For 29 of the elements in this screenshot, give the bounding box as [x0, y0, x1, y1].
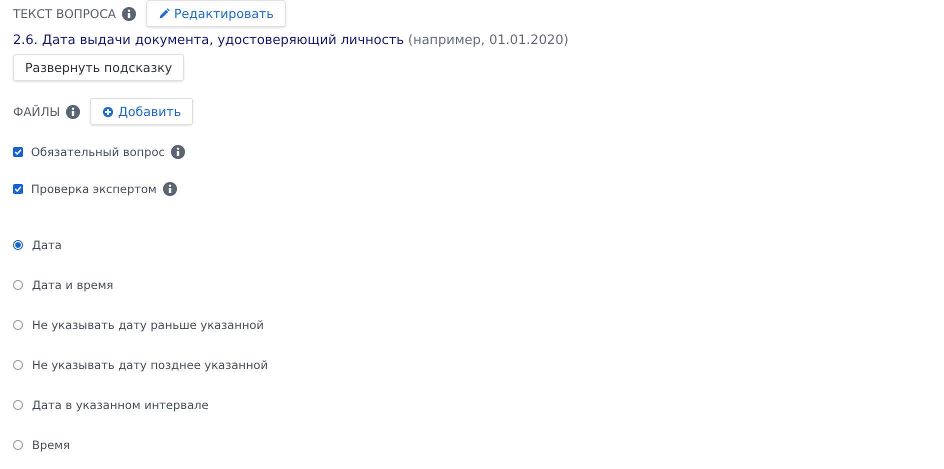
- section-label: ФАЙЛЫ: [13, 104, 60, 118]
- radio-button[interactable]: [13, 280, 23, 290]
- info-icon[interactable]: [122, 6, 136, 20]
- checkbox-label: Обязательный вопрос: [31, 144, 165, 158]
- info-icon[interactable]: [170, 144, 185, 158]
- info-icon[interactable]: [162, 182, 177, 196]
- radio-label: Дата в указанном интервале: [32, 398, 209, 412]
- radio-button[interactable]: [13, 400, 23, 410]
- checkbox[interactable]: [13, 146, 23, 156]
- add-button[interactable]: Добавить: [90, 98, 194, 125]
- radio-button[interactable]: [13, 320, 23, 330]
- radio-button[interactable]: [13, 240, 23, 250]
- question-hint: (например, 01.01.2020): [408, 32, 569, 48]
- radio-button[interactable]: [13, 360, 23, 370]
- info-icon[interactable]: [66, 104, 80, 118]
- radio-label: Не указывать дату позднее указанной: [32, 358, 268, 372]
- radio-label: Дата: [32, 238, 62, 252]
- radio-label: Не указывать дату раньше указанной: [32, 318, 264, 332]
- radio-label: Дата и время: [32, 278, 114, 292]
- checkbox[interactable]: [13, 184, 23, 194]
- checkbox-label: Проверка экспертом: [31, 182, 157, 196]
- radio-label: Время: [32, 438, 70, 452]
- expand-hint-button[interactable]: Развернуть подсказку: [13, 54, 184, 81]
- radio-button[interactable]: [13, 440, 23, 450]
- plus-circle-icon: [102, 106, 114, 118]
- edit-button[interactable]: Редактировать: [146, 0, 286, 27]
- question-text: 2.6. Дата выдачи документа, удостоверяющий личность: [13, 32, 404, 48]
- section-label: ТЕКСТ ВОПРОСА: [13, 6, 116, 20]
- pencil-icon: [158, 8, 170, 20]
